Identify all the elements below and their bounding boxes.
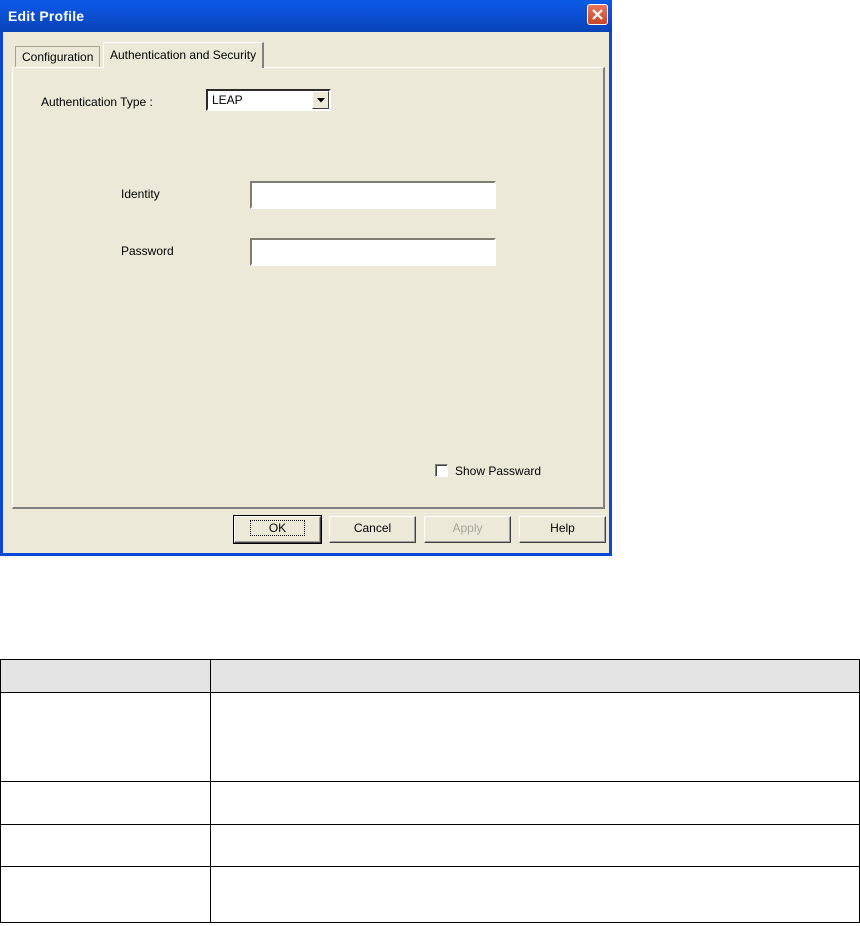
tab-authentication-security[interactable]: Authentication and Security <box>103 42 265 68</box>
identity-field[interactable] <box>250 181 496 209</box>
table-cell <box>210 824 860 867</box>
identity-label: Identity <box>121 187 160 201</box>
show-password-label[interactable]: Show Passward <box>455 464 541 478</box>
table-row <box>0 866 860 923</box>
tab-configuration[interactable]: Configuration <box>15 46 101 68</box>
table-header-row <box>0 659 860 693</box>
table-cell <box>210 866 860 923</box>
dropdown-button[interactable] <box>312 91 329 109</box>
password-label: Password <box>121 244 174 258</box>
authentication-type-label: Authentication Type : <box>41 95 153 109</box>
table-row <box>0 824 860 867</box>
table-cell <box>210 781 860 825</box>
table-row <box>0 781 860 825</box>
ok-button-label: OK <box>249 520 306 536</box>
title-bar[interactable]: Edit Profile <box>0 0 612 32</box>
window-title: Edit Profile <box>8 8 85 24</box>
apply-button[interactable]: Apply <box>424 516 511 543</box>
table-cell <box>0 692 211 782</box>
table-cell <box>0 781 211 825</box>
ok-button[interactable]: OK <box>233 515 322 544</box>
help-button[interactable]: Help <box>519 516 606 543</box>
table-cell <box>0 824 211 867</box>
table-cell <box>210 692 860 782</box>
table-cell <box>0 866 211 923</box>
tab-panel-authentication <box>12 67 605 509</box>
table-header-cell <box>210 659 860 693</box>
close-button[interactable] <box>587 4 608 25</box>
table-header-cell <box>0 659 211 693</box>
authentication-type-select[interactable]: LEAP <box>206 89 331 111</box>
chevron-down-icon <box>317 98 325 103</box>
table-row <box>0 692 860 782</box>
cancel-button[interactable]: Cancel <box>329 516 416 543</box>
edit-profile-dialog: Edit Profile Configuration Authenticatio… <box>0 0 612 556</box>
password-field[interactable] <box>250 238 496 266</box>
authentication-type-value: LEAP <box>212 93 243 107</box>
description-table <box>0 659 860 923</box>
show-password-checkbox[interactable] <box>435 464 448 477</box>
close-icon <box>592 9 603 20</box>
